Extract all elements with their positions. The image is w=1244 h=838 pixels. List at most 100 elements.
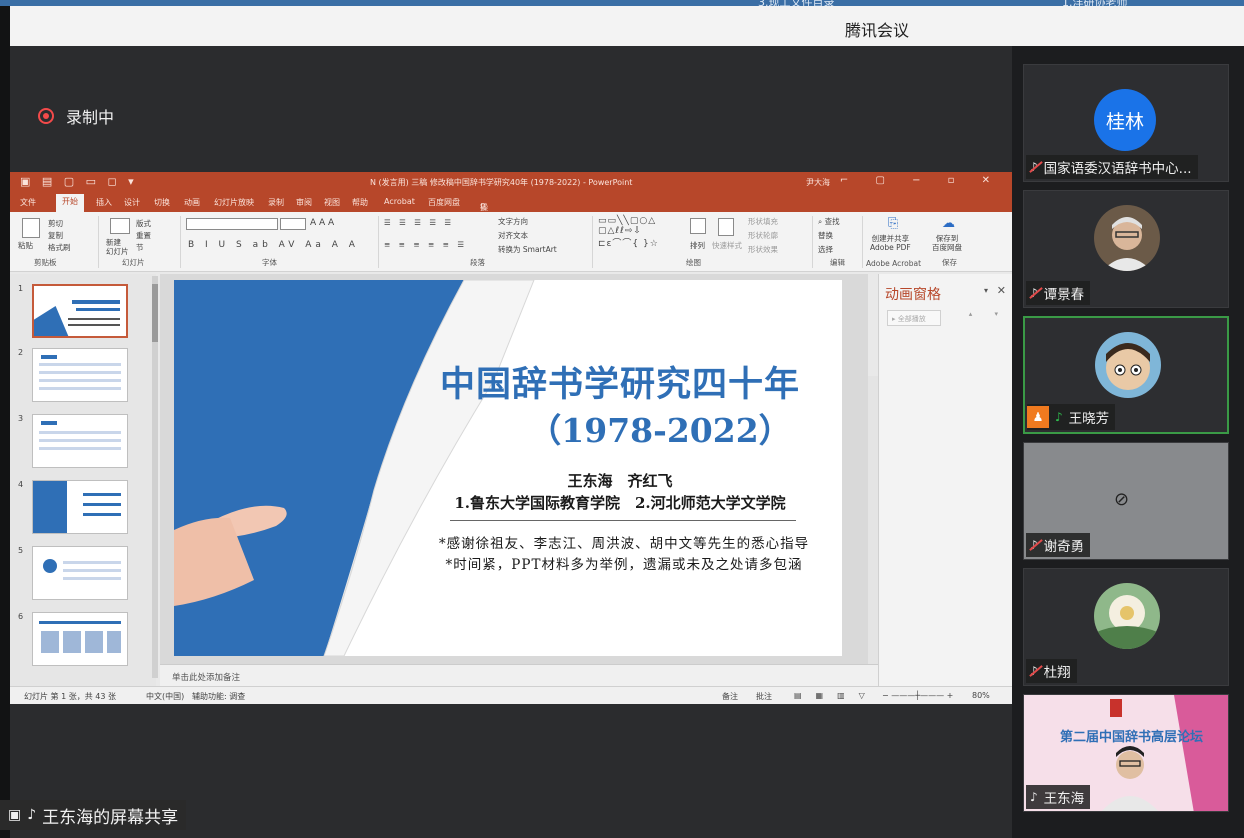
slide-thumbnail-4[interactable] — [32, 480, 128, 534]
tab-help[interactable]: 帮助 — [352, 197, 368, 208]
section-button[interactable]: 节 — [136, 242, 144, 253]
new-slide-button[interactable]: 新建 幻灯片 — [106, 238, 129, 256]
view-buttons[interactable]: ▤▦▥▽ — [794, 691, 879, 700]
host-icon: ♟ — [1027, 406, 1049, 428]
slide-disclaimer: *时间紧，PPT材料多为举例，遗漏或未及之处请多包涵 — [445, 557, 803, 573]
slide-editor: 中国辞书学研究四十年 （1978-2022） 王东海 齐红飞 1.鲁东大学国际教… — [160, 274, 878, 704]
cut-button[interactable]: 剪切 — [48, 218, 63, 229]
tab-slideshow[interactable]: 幻灯片放映 — [214, 197, 254, 208]
thumbnail-scrollbar[interactable] — [152, 276, 158, 678]
create-pdf-button[interactable]: 创建并共享 Adobe PDF — [870, 234, 911, 252]
window-controls[interactable]: ⌐ ▢ − ▫ ✕ — [840, 175, 1002, 186]
select-button[interactable]: 选择 — [818, 244, 833, 255]
paste-icon[interactable] — [22, 218, 40, 238]
chevron-down-icon[interactable]: ▾ — [984, 286, 988, 295]
tab-animations[interactable]: 动画 — [184, 197, 200, 208]
save-baidu-button[interactable]: 保存到 百度网盘 — [932, 234, 962, 252]
close-icon[interactable]: ✕ — [997, 284, 1006, 297]
quick-access-toolbar[interactable]: ▣ ▤ ▢ ▭ ◻ ▾ — [20, 175, 138, 188]
tab-insert[interactable]: 插入 — [96, 197, 112, 208]
microphone-icon: ♪ — [27, 807, 37, 823]
current-slide[interactable]: 中国辞书学研究四十年 （1978-2022） 王东海 齐红飞 1.鲁东大学国际教… — [174, 280, 842, 656]
arrange-button[interactable]: 排列 — [690, 240, 705, 251]
tab-file[interactable]: 文件 — [20, 197, 36, 208]
animation-pane-title: 动画窗格 — [885, 287, 941, 303]
ribbon-separator — [862, 216, 863, 268]
mic-muted-icon: ♪ — [1030, 160, 1038, 174]
arrange-icon[interactable] — [690, 218, 706, 234]
reorder-arrows[interactable]: ▴ ▾ — [969, 310, 1008, 318]
tab-view[interactable]: 视图 — [324, 197, 340, 208]
tab-design[interactable]: 设计 — [124, 197, 140, 208]
format-painter-button[interactable]: 格式刷 — [48, 242, 71, 253]
tab-acrobat[interactable]: Acrobat — [384, 197, 415, 206]
avatar — [1094, 205, 1160, 271]
copy-button[interactable]: 复制 — [48, 230, 63, 241]
shapes-gallery[interactable]: ▭▭╲╲▢○△ ▢△ℓℓ⇨⇩ ⊏ε⌒⌒{ }☆ — [598, 216, 659, 249]
font-name-dropdown[interactable] — [186, 218, 278, 230]
layout-button[interactable]: 版式 — [136, 218, 151, 229]
shared-screen-area: 录制中 ▣ ▤ ▢ ▭ ◻ ▾ N (发言用) 三稿 修改稿中国辞书学研究40年… — [10, 46, 1012, 838]
shape-effects-button[interactable]: 形状效果 — [748, 244, 778, 255]
comments-toggle[interactable]: 批注 — [756, 691, 772, 702]
font-size-dropdown[interactable] — [280, 218, 306, 230]
ribbon-separator — [180, 216, 181, 268]
accessibility-status[interactable]: 辅助功能: 调查 — [192, 691, 245, 702]
align-buttons[interactable]: ≡ ≡ ≡ ≡ ≡ ☰ — [384, 240, 467, 249]
notes-placeholder: 单击此处添加备注 — [172, 673, 241, 683]
slide-scrollbar[interactable] — [868, 376, 878, 704]
new-slide-icon[interactable] — [110, 218, 130, 234]
tab-home[interactable]: 开始 — [56, 194, 84, 212]
zoom-slider[interactable]: − ———┼——— + — [882, 691, 953, 700]
animation-pane: 动画窗格 ▾ ✕ ▸ 全部播放 ▴ ▾ — [878, 274, 1012, 686]
tab-review[interactable]: 审阅 — [296, 197, 312, 208]
screen-share-label[interactable]: ▣ ♪ 王东海的屏幕共享 — [0, 800, 187, 830]
slide-divider — [450, 520, 796, 521]
quick-styles-icon[interactable] — [718, 218, 734, 236]
participant-tile[interactable]: 桂林 ♪ 国家语委汉语辞书中心... — [1023, 64, 1229, 182]
recording-indicator[interactable]: 录制中 — [38, 104, 114, 128]
replace-button[interactable]: 替换 — [818, 230, 833, 241]
participant-tile[interactable]: ⊘ ♪ 谢奇勇 — [1023, 442, 1229, 560]
play-all-label: 全部播放 — [897, 315, 926, 323]
slide-thumbnail-pane: 1 2 3 4 5 6 — [10, 274, 158, 686]
font-size-buttons[interactable]: A A A — [310, 218, 334, 228]
group-acrobat: Adobe Acrobat — [866, 259, 922, 268]
slide-thumbnail-6[interactable] — [32, 612, 128, 666]
ribbon-separator — [812, 216, 813, 268]
participant-tile-video[interactable]: 第二届中国辞书高层论坛 ♪ 王东海 — [1023, 694, 1229, 812]
slide-thumbnail-2[interactable] — [32, 348, 128, 402]
shape-outline-button[interactable]: 形状轮廓 — [748, 230, 778, 241]
font-format-buttons[interactable]: B I U S ab AV Aa A A — [188, 240, 359, 250]
participant-tile-speaking[interactable]: ♟ ♪ 王晓芳 — [1023, 316, 1229, 434]
tab-baidu[interactable]: 百度网盘 — [428, 197, 460, 208]
app-title: 腾讯会议 — [844, 21, 909, 40]
reset-button[interactable]: 重置 — [136, 230, 151, 241]
thumb-number: 2 — [18, 348, 24, 357]
slide-thumbnail-5[interactable] — [32, 546, 128, 600]
tab-record[interactable]: 录制 — [268, 197, 284, 208]
list-buttons[interactable]: ☰ ☰ ☰ ☰ ☰ — [384, 218, 454, 227]
slide-authors: 王东海 齐红飞 — [567, 472, 673, 490]
slide-thumbnail-3[interactable] — [32, 414, 128, 468]
notes-pane[interactable]: 单击此处添加备注 — [160, 664, 878, 686]
language-status[interactable]: 中文(中国) — [146, 691, 184, 702]
find-button[interactable]: ⌕ 查找 — [818, 216, 840, 227]
participant-name-badge: ♪ 谭景春 — [1026, 281, 1091, 305]
group-slides: 幻灯片 — [122, 258, 145, 267]
play-all-button[interactable]: ▸ 全部播放 — [887, 310, 941, 326]
shape-fill-button[interactable]: 形状填充 — [748, 216, 778, 227]
avatar — [1095, 332, 1161, 398]
zoom-level[interactable]: 80% — [972, 691, 990, 700]
slide-thumbnail-1[interactable] — [32, 284, 128, 338]
convert-smartart-button[interactable]: 转换为 SmartArt — [498, 244, 557, 255]
align-text-button[interactable]: 对齐文本 — [498, 230, 528, 241]
tab-transitions[interactable]: 切换 — [154, 197, 170, 208]
notes-toggle[interactable]: 备注 — [722, 691, 738, 702]
participant-tile[interactable]: ♪ 谭景春 — [1023, 190, 1229, 308]
page-curl-graphic — [174, 280, 535, 656]
paste-button[interactable]: 粘贴 — [18, 240, 33, 251]
text-direction-button[interactable]: 文字方向 — [498, 216, 528, 227]
quick-styles-button[interactable]: 快速样式 — [712, 240, 742, 251]
participant-tile[interactable]: ♪ 杜翔 — [1023, 568, 1229, 686]
